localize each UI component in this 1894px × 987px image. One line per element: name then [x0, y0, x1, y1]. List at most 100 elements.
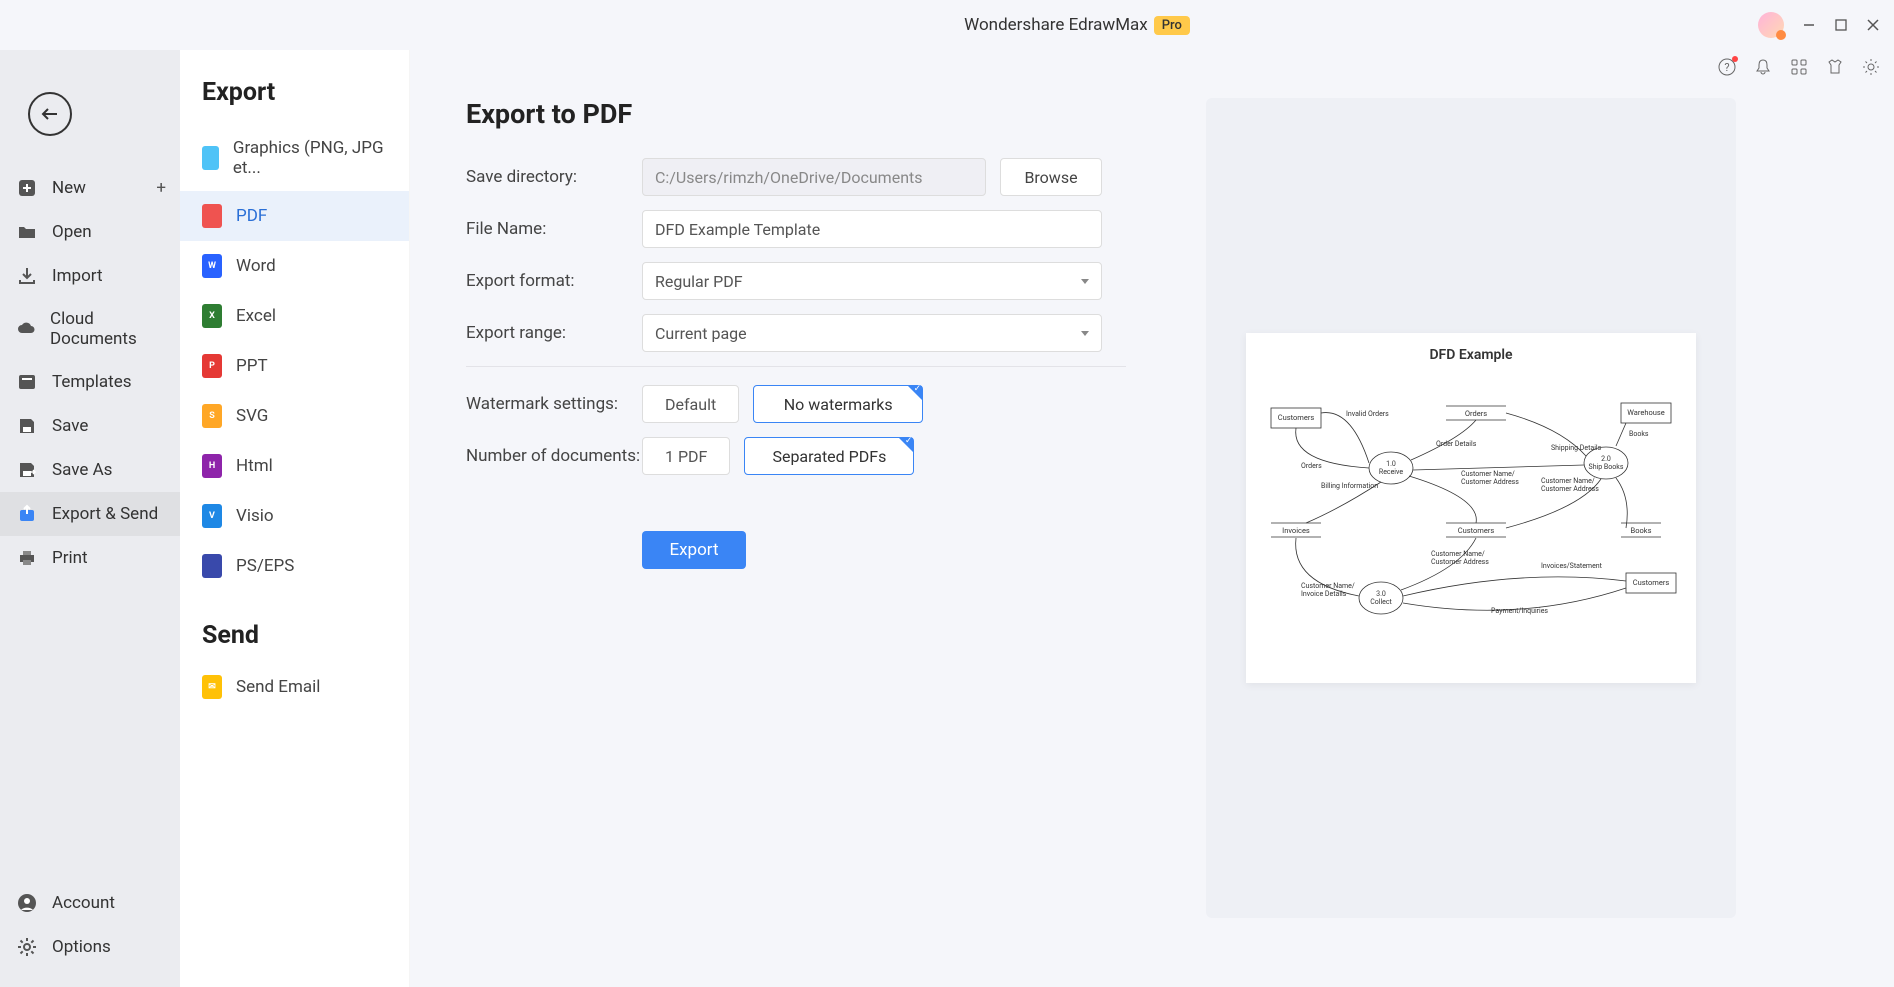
png-file-icon [202, 146, 219, 170]
nav-account[interactable]: Account [0, 881, 180, 925]
watermark-default-button[interactable]: Default [642, 385, 739, 423]
export-format-select[interactable]: Regular PDF [642, 262, 1102, 300]
svg-text:Payment/Inquiries: Payment/Inquiries [1491, 607, 1548, 615]
format-ppt[interactable]: P PPT [180, 341, 409, 391]
nav-save[interactable]: Save [0, 404, 180, 448]
nav-export-send[interactable]: Export & Send [0, 492, 180, 536]
label-file-name: File Name: [466, 219, 642, 239]
plus-icon[interactable]: + [156, 178, 166, 198]
saveas-icon [16, 459, 38, 481]
nav-export-label: Export & Send [52, 504, 158, 524]
nav-import-label: Import [52, 266, 103, 286]
close-icon[interactable] [1866, 18, 1880, 32]
toolbar-right: ? [1718, 58, 1880, 80]
save-dir-input[interactable] [642, 158, 986, 196]
preview-title: DFD Example [1429, 347, 1512, 363]
row-save-dir: Save directory: Browse [466, 158, 1126, 196]
format-word[interactable]: WWord [180, 241, 409, 291]
format-ppt-label: PPT [236, 356, 268, 376]
label-save-dir: Save directory: [466, 167, 642, 187]
watermark-none-button[interactable]: No watermarks [753, 385, 923, 423]
svg-text:Orders: Orders [1465, 409, 1487, 418]
row-file-name: File Name: [466, 210, 1126, 248]
nav-cloud-label: Cloud Documents [50, 309, 164, 349]
nav-open-label: Open [52, 222, 92, 242]
nav-options-label: Options [52, 937, 111, 957]
export-range-value: Current page [655, 324, 747, 343]
format-excel[interactable]: XExcel [180, 291, 409, 341]
nav-templates[interactable]: Templates [0, 360, 180, 404]
nav-new-label: New [52, 178, 86, 198]
send-email[interactable]: ✉ Send Email [180, 662, 409, 712]
svg-text:Ship Books: Ship Books [1589, 463, 1624, 471]
format-visio[interactable]: VVisio [180, 491, 409, 541]
ppt-file-icon: P [202, 354, 222, 378]
ps-file-icon [202, 554, 222, 578]
templates-icon [16, 371, 38, 393]
svg-text:Invalid Orders: Invalid Orders [1346, 410, 1389, 418]
nav-open[interactable]: Open [0, 210, 180, 254]
preview-panel: DFD Example Customers Warehouse Customer… [1206, 98, 1736, 918]
file-name-input[interactable] [642, 210, 1102, 248]
nav-print[interactable]: Print [0, 536, 180, 580]
format-html-label: Html [236, 456, 273, 476]
svg-text:Customer Name/: Customer Name/ [1431, 550, 1485, 558]
svg-text:Customer Address: Customer Address [1541, 485, 1599, 493]
svg-text:2.0: 2.0 [1601, 455, 1611, 463]
nav-saveas[interactable]: Save As [0, 448, 180, 492]
window-controls [1758, 0, 1880, 50]
format-ps[interactable]: PS/EPS [180, 541, 409, 591]
export-form: Export to PDF Save directory: Browse Fil… [466, 98, 1126, 939]
nav-options[interactable]: Options [0, 925, 180, 969]
browse-button[interactable]: Browse [1000, 158, 1102, 196]
gear-icon[interactable] [1862, 58, 1880, 80]
format-svg-label: SVG [236, 406, 268, 426]
export-sidebar: Export Graphics (PNG, JPG et... PDF WWor… [180, 50, 410, 987]
svg-text:Customers: Customers [1633, 578, 1670, 587]
nav-items: New + Open Import Cloud Documents Templa… [0, 166, 180, 987]
avatar-icon[interactable] [1758, 12, 1784, 38]
nav-import[interactable]: Import [0, 254, 180, 298]
format-svg[interactable]: S SVG [180, 391, 409, 441]
svg-text:Invoices: Invoices [1282, 526, 1310, 535]
dfd-diagram: Customers Warehouse Customers Orders Inv… [1261, 368, 1681, 648]
keyboard-icon[interactable] [1790, 58, 1808, 80]
nav-saveas-label: Save As [52, 460, 112, 480]
format-html[interactable]: HHtml [180, 441, 409, 491]
shirt-icon[interactable] [1826, 58, 1844, 80]
nav-new[interactable]: New + [0, 166, 180, 210]
divider [466, 366, 1126, 367]
help-icon[interactable]: ? [1718, 58, 1736, 80]
word-file-icon: W [202, 254, 222, 278]
separated-pdfs-button[interactable]: Separated PDFs [744, 437, 914, 475]
row-num-docs: Number of documents: 1 PDF Separated PDF… [466, 437, 1126, 475]
send-email-label: Send Email [236, 677, 320, 697]
format-pdf[interactable]: PDF [180, 191, 409, 241]
format-graphics[interactable]: Graphics (PNG, JPG et... [180, 125, 409, 191]
svg-text:Orders: Orders [1301, 462, 1322, 470]
export-icon [16, 503, 38, 525]
export-range-select[interactable]: Current page [642, 314, 1102, 352]
svg-text:Customer Name/: Customer Name/ [1301, 582, 1355, 590]
nav-templates-label: Templates [52, 372, 132, 392]
nav-cloud[interactable]: Cloud Documents [0, 298, 180, 360]
format-graphics-label: Graphics (PNG, JPG et... [233, 138, 387, 178]
svg-file-icon: S [202, 404, 222, 428]
svg-text:Invoices/Statement: Invoices/Statement [1541, 562, 1603, 570]
import-icon [16, 265, 38, 287]
bell-icon[interactable] [1754, 58, 1772, 80]
maximize-icon[interactable] [1834, 18, 1848, 32]
export-button[interactable]: Export [642, 531, 746, 569]
label-num-docs: Number of documents: [466, 446, 642, 466]
email-icon: ✉ [202, 675, 222, 699]
svg-text:Customer Address: Customer Address [1461, 478, 1519, 486]
nav-account-label: Account [52, 893, 115, 913]
one-pdf-button[interactable]: 1 PDF [642, 437, 730, 475]
back-button[interactable] [28, 92, 72, 136]
svg-text:Billing Information: Billing Information [1321, 482, 1378, 490]
left-nav: New + Open Import Cloud Documents Templa… [0, 50, 180, 987]
minimize-icon[interactable] [1802, 18, 1816, 32]
svg-text:Receive: Receive [1379, 468, 1403, 476]
arrow-left-icon [39, 103, 61, 125]
label-export-format: Export format: [466, 271, 642, 291]
